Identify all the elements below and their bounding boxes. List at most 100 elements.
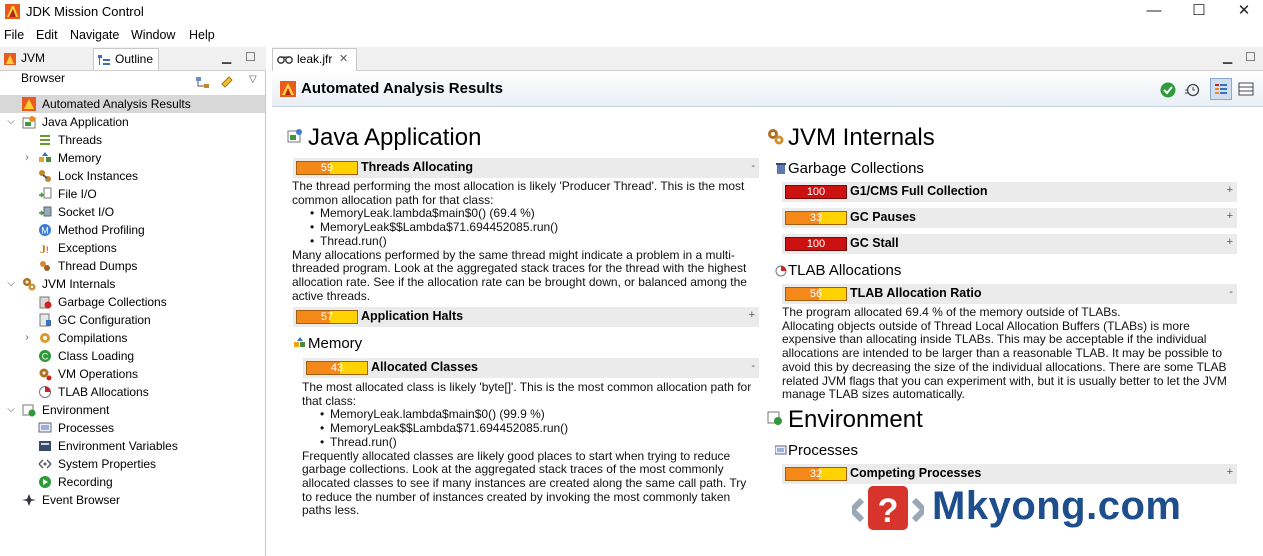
expand-toggle[interactable]: + (1227, 184, 1233, 196)
tree-item-label: Event Browser (42, 493, 121, 507)
thread-dumps-icon (40, 261, 50, 271)
view-menu-icon[interactable]: ▽ (249, 74, 257, 85)
link-editor-icon[interactable] (219, 74, 235, 90)
expand-toggle[interactable]: + (1227, 236, 1233, 248)
page-title: Automated Analysis Results (301, 80, 503, 97)
score-badge: 57 (296, 310, 358, 324)
tree-item-socket-io[interactable]: Socket I/O (0, 203, 265, 221)
tab-jvm-browser[interactable]: JVM Browser (0, 48, 92, 85)
environment-icon (22, 404, 36, 417)
tree-layout-icon[interactable] (195, 75, 211, 91)
tree-item-lock-instances[interactable]: Lock Instances (0, 167, 265, 185)
tree-item-recording[interactable]: Recording (0, 473, 265, 491)
rule-allocated-classes[interactable]: 43 Allocated Classes - (303, 358, 759, 378)
tab-outline-label: Outline (115, 52, 154, 66)
svg-text:C: C (42, 352, 49, 362)
tree-item-gc-configuration[interactable]: GC Configuration (0, 311, 265, 329)
expand-arrow-icon[interactable]: ⌵ (6, 113, 16, 131)
analysis-icon (22, 97, 36, 111)
tree-item-label: Method Profiling (58, 223, 145, 237)
rule-name: GC Stall (850, 236, 899, 250)
report-view-toggle[interactable] (1210, 78, 1232, 100)
expand-toggle[interactable]: + (1227, 466, 1233, 478)
tree-item-environment-variables[interactable]: Environment Variables (0, 437, 265, 455)
rule-g1-cms-full-collection[interactable]: 100 G1/CMS Full Collection + (782, 182, 1237, 202)
menu-help[interactable]: Help (189, 28, 215, 42)
minimize-view-icon[interactable]: ▁ (222, 50, 231, 64)
rule-name: TLAB Allocation Ratio (850, 286, 982, 300)
rule-name: Allocated Classes (371, 360, 478, 374)
stack-frame: MemoryLeak$$Lambda$71.694452085.run() (292, 220, 754, 235)
tree-item-event-browser[interactable]: Event Browser (0, 491, 265, 509)
jvm-internals-icon (23, 278, 36, 291)
tree-item-method-profiling[interactable]: M Method Profiling (0, 221, 265, 239)
rule-name: Application Halts (361, 309, 464, 323)
collapse-toggle[interactable]: - (751, 160, 755, 172)
socket-io-icon (39, 206, 52, 217)
expand-toggle[interactable]: + (1227, 210, 1233, 222)
tree-item-system-properties[interactable]: System Properties (0, 455, 265, 473)
rule-application-halts[interactable]: 57 Application Halts + (293, 307, 759, 327)
description-text: The program allocated 69.4 % of the memo… (782, 305, 1121, 319)
tree-item-memory[interactable]: › Memory (0, 149, 265, 167)
maximize-editor-icon[interactable]: ☐ (1245, 50, 1256, 64)
tree-item-class-loading[interactable]: C Class Loading (0, 347, 265, 365)
tree-item-environment[interactable]: ⌵ Environment (0, 401, 265, 419)
tab-outline[interactable]: Outline (93, 48, 159, 70)
maximize-button[interactable]: ☐ (1176, 0, 1222, 24)
stack-frame: MemoryLeak.lambda$main$0() (69.4 %) (292, 207, 754, 221)
menu-file[interactable]: File (4, 28, 24, 42)
rule-gc-stall[interactable]: 100 GC Stall + (782, 234, 1237, 254)
rule-gc-pauses[interactable]: 33 GC Pauses + (782, 208, 1237, 228)
history-icon[interactable] (1184, 82, 1200, 98)
close-tab-icon[interactable]: ✕ (339, 49, 348, 69)
file-io-icon (39, 187, 52, 199)
minimize-editor-icon[interactable]: ▁ (1223, 50, 1232, 64)
stack-frame: Thread.run() (302, 435, 754, 450)
tree-item-thread-dumps[interactable]: Thread Dumps (0, 257, 265, 275)
tree-item-label: Recording (58, 475, 113, 489)
expand-arrow-icon[interactable]: ⌵ (6, 401, 16, 419)
jvm-browser-icon (4, 53, 16, 65)
minimize-button[interactable]: — (1131, 0, 1177, 24)
subsection-title-processes: Processes (788, 442, 859, 459)
tree-item-compilations[interactable]: › Compilations (0, 329, 265, 347)
tab-leak-jfr[interactable]: leak.jfr ✕ (272, 48, 357, 71)
memory-icon (39, 152, 51, 162)
mkyong-watermark: ? Mkyong.com (852, 480, 1182, 540)
collapse-toggle[interactable]: - (751, 360, 755, 372)
tree-item-label: Socket I/O (58, 205, 115, 219)
check-icon[interactable] (1160, 82, 1176, 98)
collapse-arrow-icon[interactable]: › (22, 149, 32, 167)
score-badge: 32 (785, 467, 847, 481)
expand-toggle[interactable]: + (749, 309, 755, 321)
tree-item-exceptions[interactable]: J! Exceptions (0, 239, 265, 257)
watermark-text: Mkyong.com (932, 484, 1182, 528)
rule-tlab-allocation-ratio[interactable]: 56 TLAB Allocation Ratio - (782, 284, 1237, 304)
close-button[interactable]: ✕ (1221, 0, 1263, 24)
maximize-view-icon[interactable]: ☐ (245, 50, 256, 64)
tree-item-garbage-collections[interactable]: Garbage Collections (0, 293, 265, 311)
menu-navigate[interactable]: Navigate (70, 28, 119, 42)
tree-item-tlab-allocations[interactable]: TLAB Allocations (0, 383, 265, 401)
section-title-environment: Environment (788, 406, 923, 433)
rule-threads-allocating[interactable]: 59 Threads Allocating - (293, 158, 759, 178)
tree-item-file-io[interactable]: File I/O (0, 185, 265, 203)
menu-window[interactable]: Window (131, 28, 175, 42)
menu-edit[interactable]: Edit (36, 28, 58, 42)
tree-item-automated-analysis[interactable]: Automated Analysis Results (0, 95, 265, 113)
tree-item-java-application[interactable]: ⌵ Java Application (0, 113, 265, 131)
collapse-arrow-icon[interactable]: › (22, 329, 32, 347)
gc-icon (39, 296, 52, 309)
tree-item-vm-operations[interactable]: VM Operations (0, 365, 265, 383)
collapse-toggle[interactable]: - (1229, 286, 1233, 298)
window-title: JDK Mission Control (26, 4, 144, 19)
tree-item-label: Environment Variables (58, 439, 178, 453)
expand-arrow-icon[interactable]: ⌵ (6, 275, 16, 293)
score-badge: 33 (785, 211, 847, 225)
tree-item-processes[interactable]: Processes (0, 419, 265, 437)
tree-item-jvm-internals[interactable]: ⌵ JVM Internals (0, 275, 265, 293)
tree-item-threads[interactable]: Threads (0, 131, 265, 149)
table-view-icon[interactable] (1238, 82, 1254, 96)
stack-trace-list: MemoryLeak.lambda$main$0() (69.4 %) Memo… (292, 207, 754, 249)
